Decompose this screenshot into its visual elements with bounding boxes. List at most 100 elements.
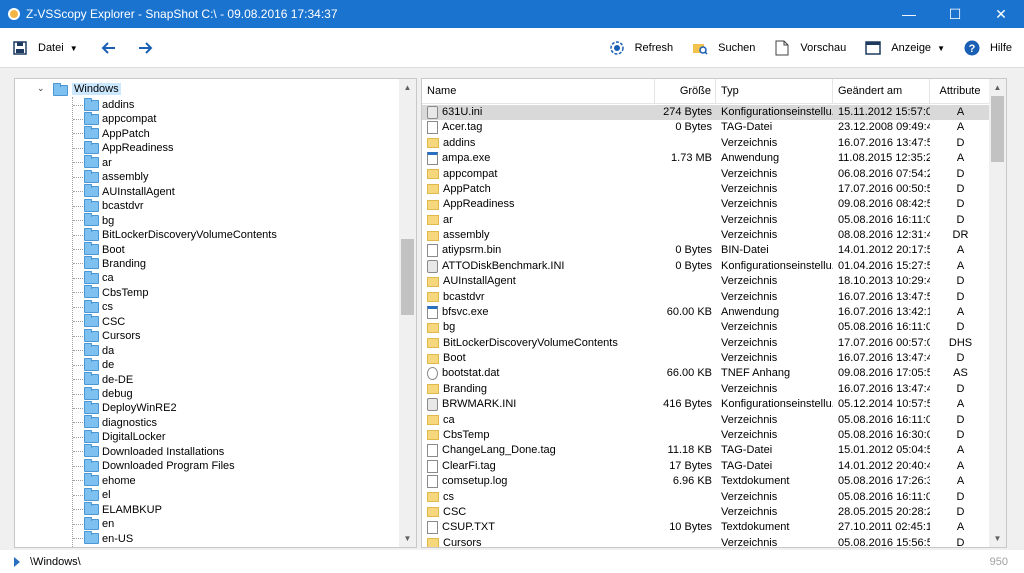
tree-item[interactable]: debug (73, 386, 133, 401)
file-size (655, 228, 716, 243)
scroll-up-icon[interactable]: ▲ (989, 79, 1006, 96)
refresh-icon (609, 40, 625, 56)
tree-item[interactable]: Branding (73, 256, 146, 271)
tree-item[interactable]: assembly (73, 169, 148, 184)
file-row[interactable]: CbsTemp Verzeichnis 05.08.2016 16:30:00 D (422, 428, 991, 443)
file-row[interactable]: comsetup.log 6.96 KB Textdokument 05.08.201… (422, 474, 991, 489)
tree-item[interactable]: DeployWinRE2 (73, 400, 177, 415)
file-row[interactable]: appcompat Verzeichnis 06.08.2016 07:54:23 D (422, 167, 991, 182)
collapse-icon[interactable]: ⌄ (37, 83, 45, 94)
tree-item[interactable]: de (73, 357, 114, 372)
file-row[interactable]: bootstat.dat 66.00 KB TNEF Anhang 09.08.201… (422, 366, 991, 381)
tree-item[interactable]: addins (73, 97, 134, 112)
tree-item[interactable]: Cursors (73, 328, 141, 343)
column-header-name[interactable]: Name (422, 79, 655, 104)
file-row[interactable]: ATTODiskBenchmark.INI 0 Bytes Konfiguratio… (422, 259, 991, 274)
file-row[interactable]: 631U.ini 274 Bytes Konfigurationseinstellu… (422, 105, 991, 120)
forward-button[interactable] (138, 33, 154, 63)
scroll-down-icon[interactable]: ▼ (399, 530, 416, 547)
settings-file-icon (427, 106, 438, 119)
column-header-date[interactable]: Geändert am (833, 79, 930, 104)
file-row[interactable]: CSUP.TXT 10 Bytes Textdokument 27.10.2011 0… (422, 520, 991, 535)
tree-item[interactable]: BitLockerDiscoveryVolumeContents (73, 227, 277, 242)
list-scrollbar[interactable]: ▲ ▼ (989, 79, 1006, 547)
column-header-attributes[interactable]: Attribute (930, 79, 991, 104)
tree-item[interactable]: appcompat (73, 111, 156, 126)
file-row[interactable]: atiypsrm.bin 0 Bytes BIN-Datei 14.01.2012 2… (422, 243, 991, 258)
tree-scrollbar[interactable]: ▲ ▼ (399, 79, 416, 547)
file-row[interactable]: AppPatch Verzeichnis 17.07.2016 00:50:51 D (422, 182, 991, 197)
file-row[interactable]: Acer.tag 0 Bytes TAG-Datei 23.12.2008 09:49… (422, 120, 991, 135)
file-row[interactable]: ca Verzeichnis 05.08.2016 16:11:07 D (422, 413, 991, 428)
tree-item[interactable]: DigitalLocker (73, 429, 166, 444)
file-name: CbsTemp (443, 428, 490, 441)
folder-icon (84, 169, 99, 183)
tree-item[interactable]: el (73, 487, 111, 502)
file-row[interactable]: BRWMARK.INI 416 Bytes Konfigurationseinste… (422, 397, 991, 412)
file-row[interactable]: Boot Verzeichnis 16.07.2016 13:47:48 D (422, 351, 991, 366)
folder-open-icon (53, 83, 68, 96)
tree-item[interactable]: bcastdvr (73, 198, 144, 213)
file-list-panel[interactable]: Name Größe Typ Geändert am Attribute 631… (421, 78, 1007, 548)
tree-item[interactable]: ehome (73, 473, 136, 488)
column-header-size[interactable]: Größe (655, 79, 716, 104)
file-row[interactable]: assembly Verzeichnis 08.08.2016 12:31:47 DR (422, 228, 991, 243)
file-row[interactable]: BitLockerDiscoveryVolumeContents Verzeich… (422, 336, 991, 351)
file-attributes: D (956, 352, 965, 365)
file-attributes: A (956, 106, 965, 118)
tree-item[interactable]: diagnostics (73, 415, 157, 430)
file-row[interactable]: CSC Verzeichnis 28.05.2015 20:28:26 D (422, 505, 991, 520)
folder-icon (84, 386, 99, 400)
file-row[interactable]: AppReadiness Verzeichnis 09.08.2016 08:42:… (422, 197, 991, 212)
file-row[interactable]: bcastdvr Verzeichnis 16.07.2016 13:47:50 D (422, 290, 991, 305)
file-row[interactable]: bfsvc.exe 60.00 KB Anwendung 16.07.2016 13:… (422, 305, 991, 320)
tree-item[interactable]: Downloaded Program Files (73, 458, 235, 473)
tree-item[interactable]: en (73, 516, 114, 531)
tree-item[interactable]: cs (73, 299, 113, 314)
column-header-type[interactable]: Typ (716, 79, 833, 104)
search-button[interactable]: Suchen (692, 33, 755, 63)
datei-menu-button[interactable]: Datei ▼ (12, 33, 78, 63)
tree-item[interactable]: ELAMBKUP (73, 502, 162, 517)
file-row[interactable]: ar Verzeichnis 05.08.2016 16:11:07 D (422, 213, 991, 228)
tree-item[interactable]: ar (73, 155, 112, 170)
tree-item[interactable]: da (73, 343, 114, 358)
folder-tree-panel[interactable]: ⌄ Windows addins appcompat AppPatch AppRead… (14, 78, 417, 548)
tree-scroll-thumb[interactable] (401, 239, 414, 315)
file-row[interactable]: ClearFi.tag 17 Bytes TAG-Datei 14.01.2012 2… (422, 459, 991, 474)
file-row[interactable]: AUInstallAgent Verzeichnis 18.10.2013 10:2… (422, 274, 991, 289)
help-button[interactable]: ? Hilfe (964, 33, 1012, 63)
scroll-down-icon[interactable]: ▼ (989, 530, 1006, 547)
file-size: 11.18 KB (667, 444, 712, 457)
file-row[interactable]: ampa.exe 1.73 MB Anwendung 11.08.2015 12:35… (422, 151, 991, 166)
file-row[interactable]: ChangeLang_Done.tag 11.18 KB TAG-Datei 15.0… (422, 443, 991, 458)
file-row[interactable]: cs Verzeichnis 05.08.2016 16:11:07 D (422, 490, 991, 505)
tree-item[interactable]: Downloaded Installations (73, 444, 224, 459)
view-menu-button[interactable]: Anzeige ▼ (865, 33, 945, 63)
back-button[interactable] (100, 33, 116, 63)
tree-item[interactable]: bg (73, 213, 114, 228)
tree-item[interactable]: AppReadiness (73, 140, 174, 155)
file-row[interactable]: Branding Verzeichnis 16.07.2016 13:47:48 D (422, 382, 991, 397)
maximize-button[interactable]: ☐ (932, 0, 978, 28)
file-row[interactable]: bg Verzeichnis 05.08.2016 16:11:07 D (422, 320, 991, 335)
tree-item[interactable]: Boot (73, 242, 125, 257)
preview-button[interactable]: Vorschau (774, 33, 846, 63)
list-scroll-thumb[interactable] (991, 96, 1004, 162)
scroll-up-icon[interactable]: ▲ (399, 79, 416, 96)
minimize-button[interactable]: — (886, 0, 932, 28)
tree-item[interactable]: ca (73, 270, 114, 285)
file-row[interactable]: addins Verzeichnis 16.07.2016 13:47:50 D (422, 136, 991, 151)
tree-item[interactable]: AUInstallAgent (73, 184, 175, 199)
tree-item[interactable]: de-DE (73, 372, 133, 387)
tree-item[interactable]: CbsTemp (73, 285, 148, 300)
tree-item[interactable]: AppPatch (73, 126, 150, 141)
file-name-cell: bootstat.dat (422, 366, 655, 381)
close-button[interactable]: ✕ (978, 0, 1024, 28)
file-row[interactable]: Cursors Verzeichnis 05.08.2016 15:56:54 D (422, 536, 991, 547)
folder-icon (84, 242, 99, 255)
datei-label: Datei (38, 42, 64, 54)
refresh-button[interactable]: Refresh (609, 33, 673, 63)
tree-item[interactable]: en-US (73, 531, 133, 546)
tree-item[interactable]: CSC (73, 314, 125, 329)
